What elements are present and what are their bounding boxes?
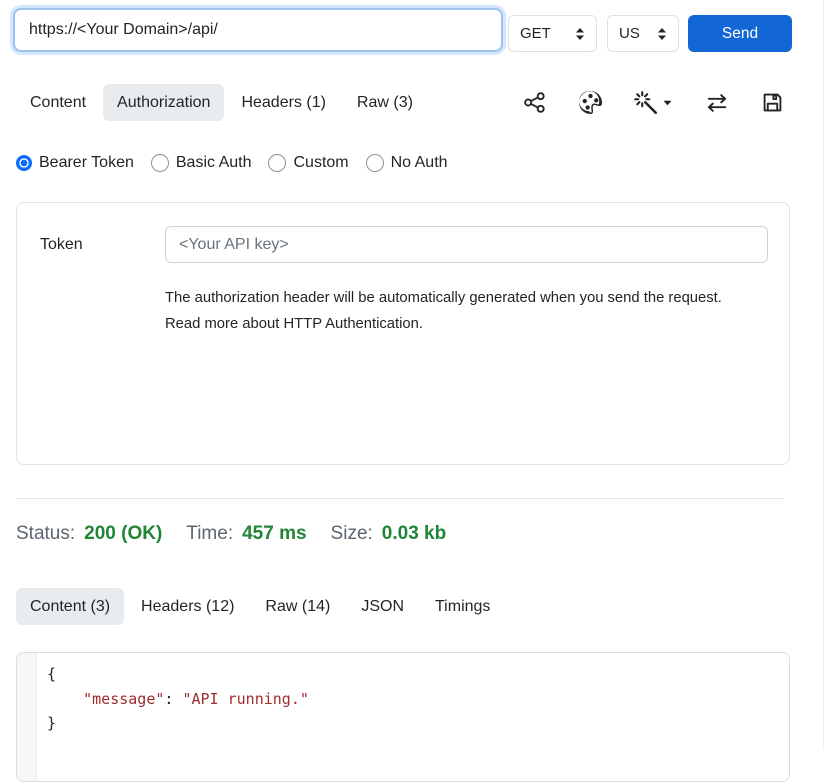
tab-raw[interactable]: Raw (3) bbox=[343, 84, 427, 121]
size-label: Size: bbox=[331, 523, 373, 545]
region-select-value: US bbox=[619, 25, 640, 42]
auth-options: Bearer Token Basic Auth Custom No Auth bbox=[16, 147, 448, 179]
code-gutter bbox=[17, 653, 37, 781]
auth-option-label: No Auth bbox=[391, 154, 448, 172]
auth-option-no-auth[interactable]: No Auth bbox=[366, 154, 448, 172]
response-tab-headers[interactable]: Headers (12) bbox=[127, 588, 248, 625]
response-tab-json[interactable]: JSON bbox=[347, 588, 418, 625]
auth-option-label: Custom bbox=[293, 154, 348, 172]
token-input[interactable] bbox=[165, 226, 768, 263]
status-value: 200 (OK) bbox=[84, 523, 162, 545]
time-value: 457 ms bbox=[242, 523, 306, 545]
dropdown-caret-icon bbox=[663, 100, 672, 106]
section-divider bbox=[16, 498, 784, 499]
radio-selected-icon[interactable] bbox=[16, 155, 32, 171]
send-button[interactable]: Send bbox=[688, 15, 792, 52]
method-select-value: GET bbox=[520, 25, 551, 42]
auth-option-label: Basic Auth bbox=[176, 154, 252, 172]
response-tab-timings[interactable]: Timings bbox=[421, 588, 504, 625]
radio-icon[interactable] bbox=[268, 154, 286, 172]
radio-icon[interactable] bbox=[366, 154, 384, 172]
url-input[interactable] bbox=[13, 8, 503, 52]
response-status-bar: Status: 200 (OK) Time: 457 ms Size: 0.03… bbox=[16, 523, 446, 545]
method-select[interactable]: GET bbox=[508, 15, 597, 52]
swap-arrows-icon[interactable] bbox=[705, 91, 729, 115]
save-icon[interactable] bbox=[761, 91, 784, 114]
status-label: Status: bbox=[16, 523, 75, 545]
response-tabs: Content (3) Headers (12) Raw (14) JSON T… bbox=[16, 588, 504, 625]
json-value: "API running." bbox=[182, 690, 308, 708]
json-close-brace: } bbox=[47, 714, 56, 732]
share-icon[interactable] bbox=[523, 91, 546, 114]
palette-icon[interactable] bbox=[579, 91, 602, 114]
json-open-brace: { bbox=[47, 665, 56, 683]
response-tab-content[interactable]: Content (3) bbox=[16, 588, 124, 625]
size-value: 0.03 kb bbox=[382, 523, 446, 545]
json-key: "message" bbox=[83, 690, 164, 708]
response-body-panel: { "message": "API running." } bbox=[16, 652, 790, 782]
request-tabs: Content Authorization Headers (1) Raw (3… bbox=[16, 84, 427, 121]
response-json-code[interactable]: { "message": "API running." } bbox=[37, 653, 789, 781]
auth-option-custom[interactable]: Custom bbox=[268, 154, 348, 172]
auth-option-basic-auth[interactable]: Basic Auth bbox=[151, 154, 252, 172]
token-help-text: The authorization header will be automat… bbox=[165, 286, 757, 337]
radio-icon[interactable] bbox=[151, 154, 169, 172]
response-tab-raw[interactable]: Raw (14) bbox=[251, 588, 344, 625]
page-right-edge bbox=[823, 0, 824, 750]
up-down-caret-icon bbox=[657, 27, 667, 41]
token-label: Token bbox=[40, 236, 83, 254]
tab-authorization[interactable]: Authorization bbox=[103, 84, 224, 121]
tab-headers[interactable]: Headers (1) bbox=[227, 84, 339, 121]
magic-wand-icon[interactable] bbox=[634, 91, 672, 115]
auth-option-label: Bearer Token bbox=[39, 154, 134, 172]
request-toolbar bbox=[523, 84, 784, 121]
time-label: Time: bbox=[186, 523, 233, 545]
tab-content[interactable]: Content bbox=[16, 84, 100, 121]
auth-option-bearer-token[interactable]: Bearer Token bbox=[16, 154, 134, 172]
up-down-caret-icon bbox=[575, 27, 585, 41]
region-select[interactable]: US bbox=[607, 15, 679, 52]
json-separator: : bbox=[164, 690, 182, 708]
